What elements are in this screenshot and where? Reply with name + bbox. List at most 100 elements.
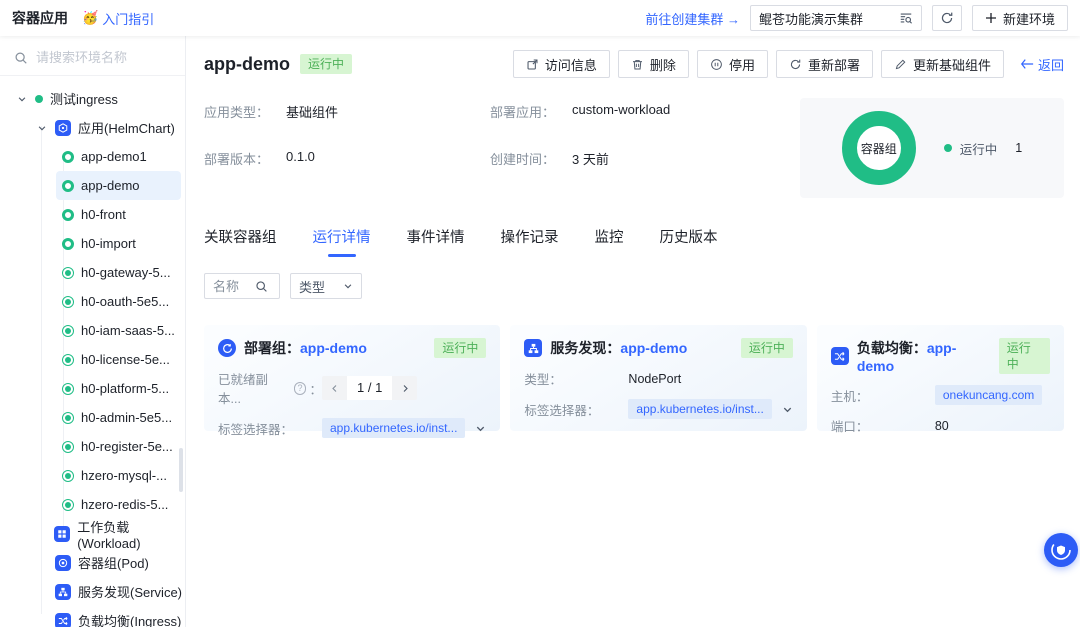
delete-button[interactable]: 删除 <box>618 50 689 78</box>
info-label: 创建时间： <box>490 149 572 168</box>
tree-item-app-helmchart[interactable]: 应用(HelmChart) <box>0 113 185 142</box>
type-filter-label: 类型 <box>299 277 325 296</box>
tree-item-h0-iam-saas[interactable]: h0-iam-saas-5... <box>0 316 185 345</box>
tree-item-h0-import[interactable]: h0-import <box>0 229 185 258</box>
tree-item-app-demo-selected[interactable]: app-demo <box>56 171 181 200</box>
pod-status-donut-chart: 容器组 <box>842 111 916 185</box>
chevron-down-icon[interactable] <box>475 423 486 434</box>
legend-dot-icon <box>944 144 952 152</box>
tree-item-h0-oauth[interactable]: h0-oauth-5e5... <box>0 287 185 316</box>
legend-label: 运行中 <box>960 139 998 158</box>
tab-running-detail[interactable]: 运行详情 <box>313 226 371 257</box>
access-info-button[interactable]: 访问信息 <box>513 50 610 78</box>
status-badge: 运行中 <box>300 54 352 74</box>
status-badge: 运行中 <box>999 338 1050 374</box>
tab-monitor[interactable]: 监控 <box>595 226 624 257</box>
pager-next-icon[interactable] <box>393 376 417 400</box>
create-cluster-link[interactable]: 前往创建集群 → <box>645 9 740 28</box>
sidebar-search[interactable] <box>0 44 185 76</box>
trash-icon <box>631 58 644 71</box>
ingress-card: 负载均衡：app-demo 运行中 主机： onekuncang.com 端口：… <box>817 325 1064 431</box>
tree-item-label: 容器组(Pod) <box>78 553 149 572</box>
deployment-icon <box>218 339 236 357</box>
chevron-down-icon[interactable] <box>36 123 48 133</box>
chevron-down-icon <box>343 281 353 291</box>
info-label: 应用类型： <box>204 102 286 121</box>
getting-started-link[interactable]: 🥳 入门指引 <box>82 9 154 28</box>
tree-item-hzero-mysql[interactable]: hzero-mysql-... <box>0 461 185 490</box>
back-arrow-icon <box>1020 58 1034 70</box>
tab-related-pods[interactable]: 关联容器组 <box>204 226 277 257</box>
card-title-prefix: 部署组 <box>244 340 286 356</box>
tree-item-label: h0-import <box>81 236 136 251</box>
tree-item-service[interactable]: 服务发现(Service) <box>0 577 185 606</box>
new-environment-button[interactable]: 新建环境 <box>972 5 1068 31</box>
pager-value: 1 / 1 <box>347 376 392 400</box>
environment-tree: 测试ingress 应用(HelmChart) app-demo1 app-de… <box>0 76 185 627</box>
tab-history-version[interactable]: 历史版本 <box>660 226 718 257</box>
tree-item-label: h0-oauth-5e5... <box>81 294 169 309</box>
tree-item-h0-gateway[interactable]: h0-gateway-5... <box>0 258 185 287</box>
top-bar: 容器应用 🥳 入门指引 前往创建集群 → 鲲苍功能演示集群 新建环境 <box>0 0 1080 36</box>
legend-value: 1 <box>1015 141 1022 155</box>
card-title-name[interactable]: app-demo <box>620 340 687 356</box>
service-icon <box>524 339 542 357</box>
redeploy-button[interactable]: 重新部署 <box>776 50 873 78</box>
card-title-sep: ： <box>606 340 620 356</box>
tree-item-pod[interactable]: 容器组(Pod) <box>0 548 185 577</box>
help-circle-icon[interactable]: ? <box>294 382 307 395</box>
update-base-component-button[interactable]: 更新基础组件 <box>881 50 1004 78</box>
label-selector-pill[interactable]: app.kubernetes.io/inst... <box>628 399 771 419</box>
tab-event-detail[interactable]: 事件详情 <box>407 226 465 257</box>
main-content: app-demo 运行中 访问信息 删除 停用 重新部署 <box>186 36 1080 627</box>
tree-item-h0-platform[interactable]: h0-platform-5... <box>0 374 185 403</box>
tree-item-label: h0-gateway-5... <box>81 265 171 280</box>
redeploy-label: 重新部署 <box>808 55 860 74</box>
environment-search-input[interactable] <box>36 50 166 65</box>
edit-pencil-icon <box>894 58 907 71</box>
tree-item-label: 工作负载(Workload) <box>77 517 185 551</box>
label-selector-pill[interactable]: app.kubernetes.io/inst... <box>322 418 465 438</box>
new-environment-label: 新建环境 <box>1003 9 1055 28</box>
tree-item-workload[interactable]: 工作负载(Workload) <box>0 519 185 548</box>
chevron-down-icon[interactable] <box>782 404 793 415</box>
service-card-title: 服务发现：app-demo <box>550 338 687 358</box>
host-pill[interactable]: onekuncang.com <box>935 385 1042 405</box>
redeploy-icon <box>789 58 802 71</box>
cluster-select[interactable]: 鲲苍功能演示集群 <box>750 5 922 31</box>
info-value: custom-workload <box>572 102 670 121</box>
deployment-card: 部署组：app-demo 运行中 已就绪副本... ? ： 1 / 1 <box>204 325 500 431</box>
pager-prev-icon[interactable] <box>322 376 346 400</box>
tree-item-ingress[interactable]: 负载均衡(Ingress) <box>0 606 185 627</box>
tree-item-h0-front[interactable]: h0-front <box>0 200 185 229</box>
assistant-float-button[interactable] <box>1044 533 1078 567</box>
refresh-button[interactable] <box>932 5 962 31</box>
card-title-sep: ： <box>913 340 927 356</box>
service-card: 服务发现：app-demo 运行中 类型： NodePort 标签选择器： ap… <box>510 325 806 431</box>
ingress-card-title: 负载均衡：app-demo <box>857 338 991 374</box>
info-deploy-version: 部署版本：0.1.0 <box>204 149 490 168</box>
party-face-emoji-icon: 🥳 <box>82 10 98 26</box>
type-filter-select[interactable]: 类型 <box>290 273 362 299</box>
name-filter-input[interactable] <box>213 279 247 294</box>
sidebar-scrollbar[interactable] <box>179 448 183 492</box>
card-title-name[interactable]: app-demo <box>300 340 367 356</box>
stop-button[interactable]: 停用 <box>697 50 768 78</box>
tree-item-label: app-demo <box>81 178 140 193</box>
tree-item-h0-admin[interactable]: h0-admin-5e5... <box>0 403 185 432</box>
tree-item-env-test-ingress[interactable]: 测试ingress <box>0 84 185 113</box>
back-link[interactable]: 返回 <box>1020 55 1064 74</box>
tree-item-h0-license[interactable]: h0-license-5e... <box>0 345 185 374</box>
tree-item-h0-register[interactable]: h0-register-5e... <box>0 432 185 461</box>
card-title-prefix: 服务发现 <box>550 340 606 356</box>
tree-item-label: h0-iam-saas-5... <box>81 323 175 338</box>
search-icon <box>14 51 28 65</box>
tree-item-app-demo1[interactable]: app-demo1 <box>0 142 185 171</box>
app-status-dot-ring-icon <box>62 412 74 424</box>
info-deploy-app: 部署应用：custom-workload <box>490 102 776 121</box>
tree-item-hzero-redis[interactable]: hzero-redis-5... <box>0 490 185 519</box>
tab-operation-log[interactable]: 操作记录 <box>501 226 559 257</box>
name-filter[interactable] <box>204 273 280 299</box>
chevron-down-icon[interactable] <box>16 94 28 104</box>
app-status-dot-ring-icon <box>62 499 74 511</box>
